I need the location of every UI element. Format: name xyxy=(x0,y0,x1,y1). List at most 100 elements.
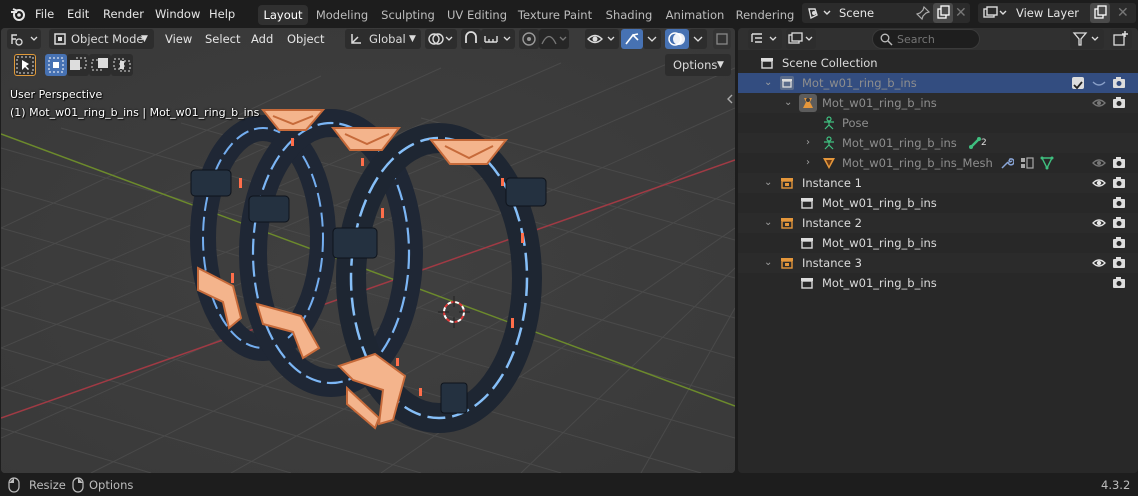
outliner-editor-type-dropdown[interactable] xyxy=(748,29,782,49)
instance-2-child-label: Mot_w01_ring_b_ins xyxy=(822,236,937,250)
mode-dropdown[interactable]: Object Mode ▼ xyxy=(49,29,154,49)
view-layer-selector[interactable]: View Layer ✕ xyxy=(978,3,1136,23)
collapsed-chevron-icon[interactable]: › xyxy=(806,153,810,173)
gizmo-toggle[interactable] xyxy=(621,29,643,49)
outliner-row-instance-2-child[interactable]: Mot_w01_ring_b_ins xyxy=(738,233,1138,253)
visibility-eye-icon[interactable] xyxy=(1092,176,1106,190)
overlays-dropdown[interactable] xyxy=(689,29,707,49)
menu-window[interactable]: Window xyxy=(155,6,200,22)
snap-target-dropdown[interactable] xyxy=(481,29,515,49)
xray-toggle[interactable] xyxy=(713,29,731,49)
camera-render-icon[interactable] xyxy=(1112,176,1126,190)
tab-uv-editing[interactable]: UV Editing xyxy=(444,5,510,25)
proportional-editing-toggle[interactable] xyxy=(519,29,539,49)
outliner-row-instance-1[interactable]: ⌄ Instance 1 xyxy=(738,173,1138,193)
collapsed-chevron-icon[interactable]: › xyxy=(806,133,810,153)
sidebar-toggle-icon[interactable] xyxy=(726,92,734,106)
view-layer-name[interactable]: View Layer xyxy=(1016,5,1079,21)
new-view-layer-button[interactable] xyxy=(1090,3,1110,23)
snap-toggle[interactable] xyxy=(461,29,481,49)
select-tool-button[interactable] xyxy=(14,54,36,76)
outliner-row-armature-object[interactable]: ⌄ Mot_w01_ring_b_ins xyxy=(738,93,1138,113)
expand-chevron-icon[interactable]: ⌄ xyxy=(784,93,792,113)
menu-file[interactable]: File xyxy=(35,6,54,22)
menu-render[interactable]: Render xyxy=(103,6,144,22)
blender-logo-icon[interactable] xyxy=(10,6,26,22)
outliner-row-armature-data[interactable]: › Mot_w01_ring_b_ins 2 xyxy=(738,133,1138,153)
tab-rendering[interactable]: Rendering xyxy=(733,5,797,25)
camera-render-icon[interactable] xyxy=(1112,256,1126,270)
instance-collection-icon xyxy=(781,178,793,189)
outliner-row-mesh[interactable]: › Mot_w01_ring_b_ins_Mesh xyxy=(738,153,1138,173)
pin-icon[interactable] xyxy=(915,5,931,21)
camera-render-icon[interactable] xyxy=(1112,216,1126,230)
options-dropdown[interactable]: Options ▼ xyxy=(665,54,731,76)
outliner-row-collection[interactable]: ⌄ Mot_w01_ring_b_ins xyxy=(738,73,1138,93)
outliner-row-instance-3[interactable]: ⌄ Instance 3 xyxy=(738,253,1138,273)
visibility-dropdown[interactable] xyxy=(585,29,619,49)
pivot-point-dropdown[interactable] xyxy=(425,29,457,49)
tab-animation[interactable]: Animation xyxy=(663,5,727,25)
camera-render-icon[interactable] xyxy=(1112,276,1126,290)
outliner-search-field[interactable] xyxy=(872,29,980,49)
delete-view-layer-icon[interactable]: ✕ xyxy=(1117,5,1129,21)
camera-render-icon[interactable] xyxy=(1112,196,1126,210)
outliner-row-instance-2[interactable]: ⌄ Instance 2 xyxy=(738,213,1138,233)
view-layer-icon[interactable] xyxy=(982,6,1008,20)
menu-object[interactable]: Object xyxy=(287,30,324,48)
mode-extend-selection-button[interactable] xyxy=(67,54,89,76)
tab-sculpting[interactable]: Sculpting xyxy=(377,5,439,25)
new-collection-button[interactable] xyxy=(1110,29,1132,49)
gizmo-dropdown[interactable] xyxy=(643,29,661,49)
camera-render-icon[interactable] xyxy=(1112,76,1126,90)
exclude-checkbox[interactable] xyxy=(1072,77,1084,90)
tab-modeling[interactable]: Modeling xyxy=(313,5,371,25)
hide-eye-icon[interactable] xyxy=(1092,76,1106,90)
outliner-row-instance-1-child[interactable]: Mot_w01_ring_b_ins xyxy=(738,193,1138,213)
scene-icon[interactable] xyxy=(806,6,832,20)
tab-layout[interactable]: Layout xyxy=(258,5,308,25)
menu-select[interactable]: Select xyxy=(205,30,240,48)
scene-selector[interactable]: Scene ✕ xyxy=(802,3,970,23)
3d-viewport[interactable]: Object Mode ▼ View Select Add Object Glo… xyxy=(1,28,735,473)
transform-orientation-dropdown[interactable]: Global ▼ xyxy=(345,29,421,49)
visibility-eye-icon[interactable] xyxy=(1092,216,1106,230)
mesh-data-icon[interactable] xyxy=(1040,156,1054,170)
tab-texture-paint[interactable]: Texture Paint xyxy=(516,5,594,25)
expand-chevron-icon[interactable]: ⌄ xyxy=(764,253,772,273)
proportional-falloff-dropdown[interactable] xyxy=(539,29,569,49)
camera-render-icon[interactable] xyxy=(1112,236,1126,250)
tab-shading[interactable]: Shading xyxy=(601,5,657,25)
menu-add[interactable]: Add xyxy=(251,30,273,48)
mode-new-selection-button[interactable] xyxy=(45,54,67,76)
expand-chevron-icon[interactable]: ⌄ xyxy=(764,173,772,193)
mode-subtract-selection-button[interactable] xyxy=(89,54,111,76)
overlays-toggle[interactable] xyxy=(665,29,689,49)
scene-name[interactable]: Scene xyxy=(839,5,874,21)
menu-help[interactable]: Help xyxy=(209,6,235,22)
search-input[interactable] xyxy=(897,31,977,47)
new-scene-button[interactable] xyxy=(933,3,953,23)
camera-render-icon[interactable] xyxy=(1112,156,1126,170)
outliner-row-scene-collection[interactable]: Scene Collection xyxy=(738,53,1138,73)
expand-chevron-icon[interactable]: ⌄ xyxy=(764,73,772,93)
menu-view[interactable]: View xyxy=(165,30,192,48)
vertex-groups-icon[interactable] xyxy=(1020,156,1034,170)
camera-render-icon[interactable] xyxy=(1112,96,1126,110)
instance-3-child-label: Mot_w01_ring_b_ins xyxy=(822,276,937,290)
expand-chevron-icon[interactable]: ⌄ xyxy=(764,213,772,233)
delete-scene-icon[interactable]: ✕ xyxy=(955,5,967,21)
editor-type-dropdown[interactable] xyxy=(7,29,41,49)
mode-intersect-selection-button[interactable] xyxy=(111,54,133,76)
outliner-row-instance-3-child[interactable]: Mot_w01_ring_b_ins xyxy=(738,273,1138,293)
visibility-eye-icon[interactable] xyxy=(1092,96,1106,110)
bone-icon[interactable] xyxy=(968,136,982,150)
visibility-eye-icon[interactable] xyxy=(1092,156,1106,170)
modifier-wrench-icon[interactable] xyxy=(1000,156,1014,170)
outliner-row-pose[interactable]: Pose xyxy=(738,113,1138,133)
viewport-scene xyxy=(1,28,735,473)
menu-edit[interactable]: Edit xyxy=(67,6,89,22)
display-mode-dropdown[interactable] xyxy=(786,29,816,49)
filter-dropdown[interactable] xyxy=(1070,29,1104,49)
visibility-eye-icon[interactable] xyxy=(1092,256,1106,270)
